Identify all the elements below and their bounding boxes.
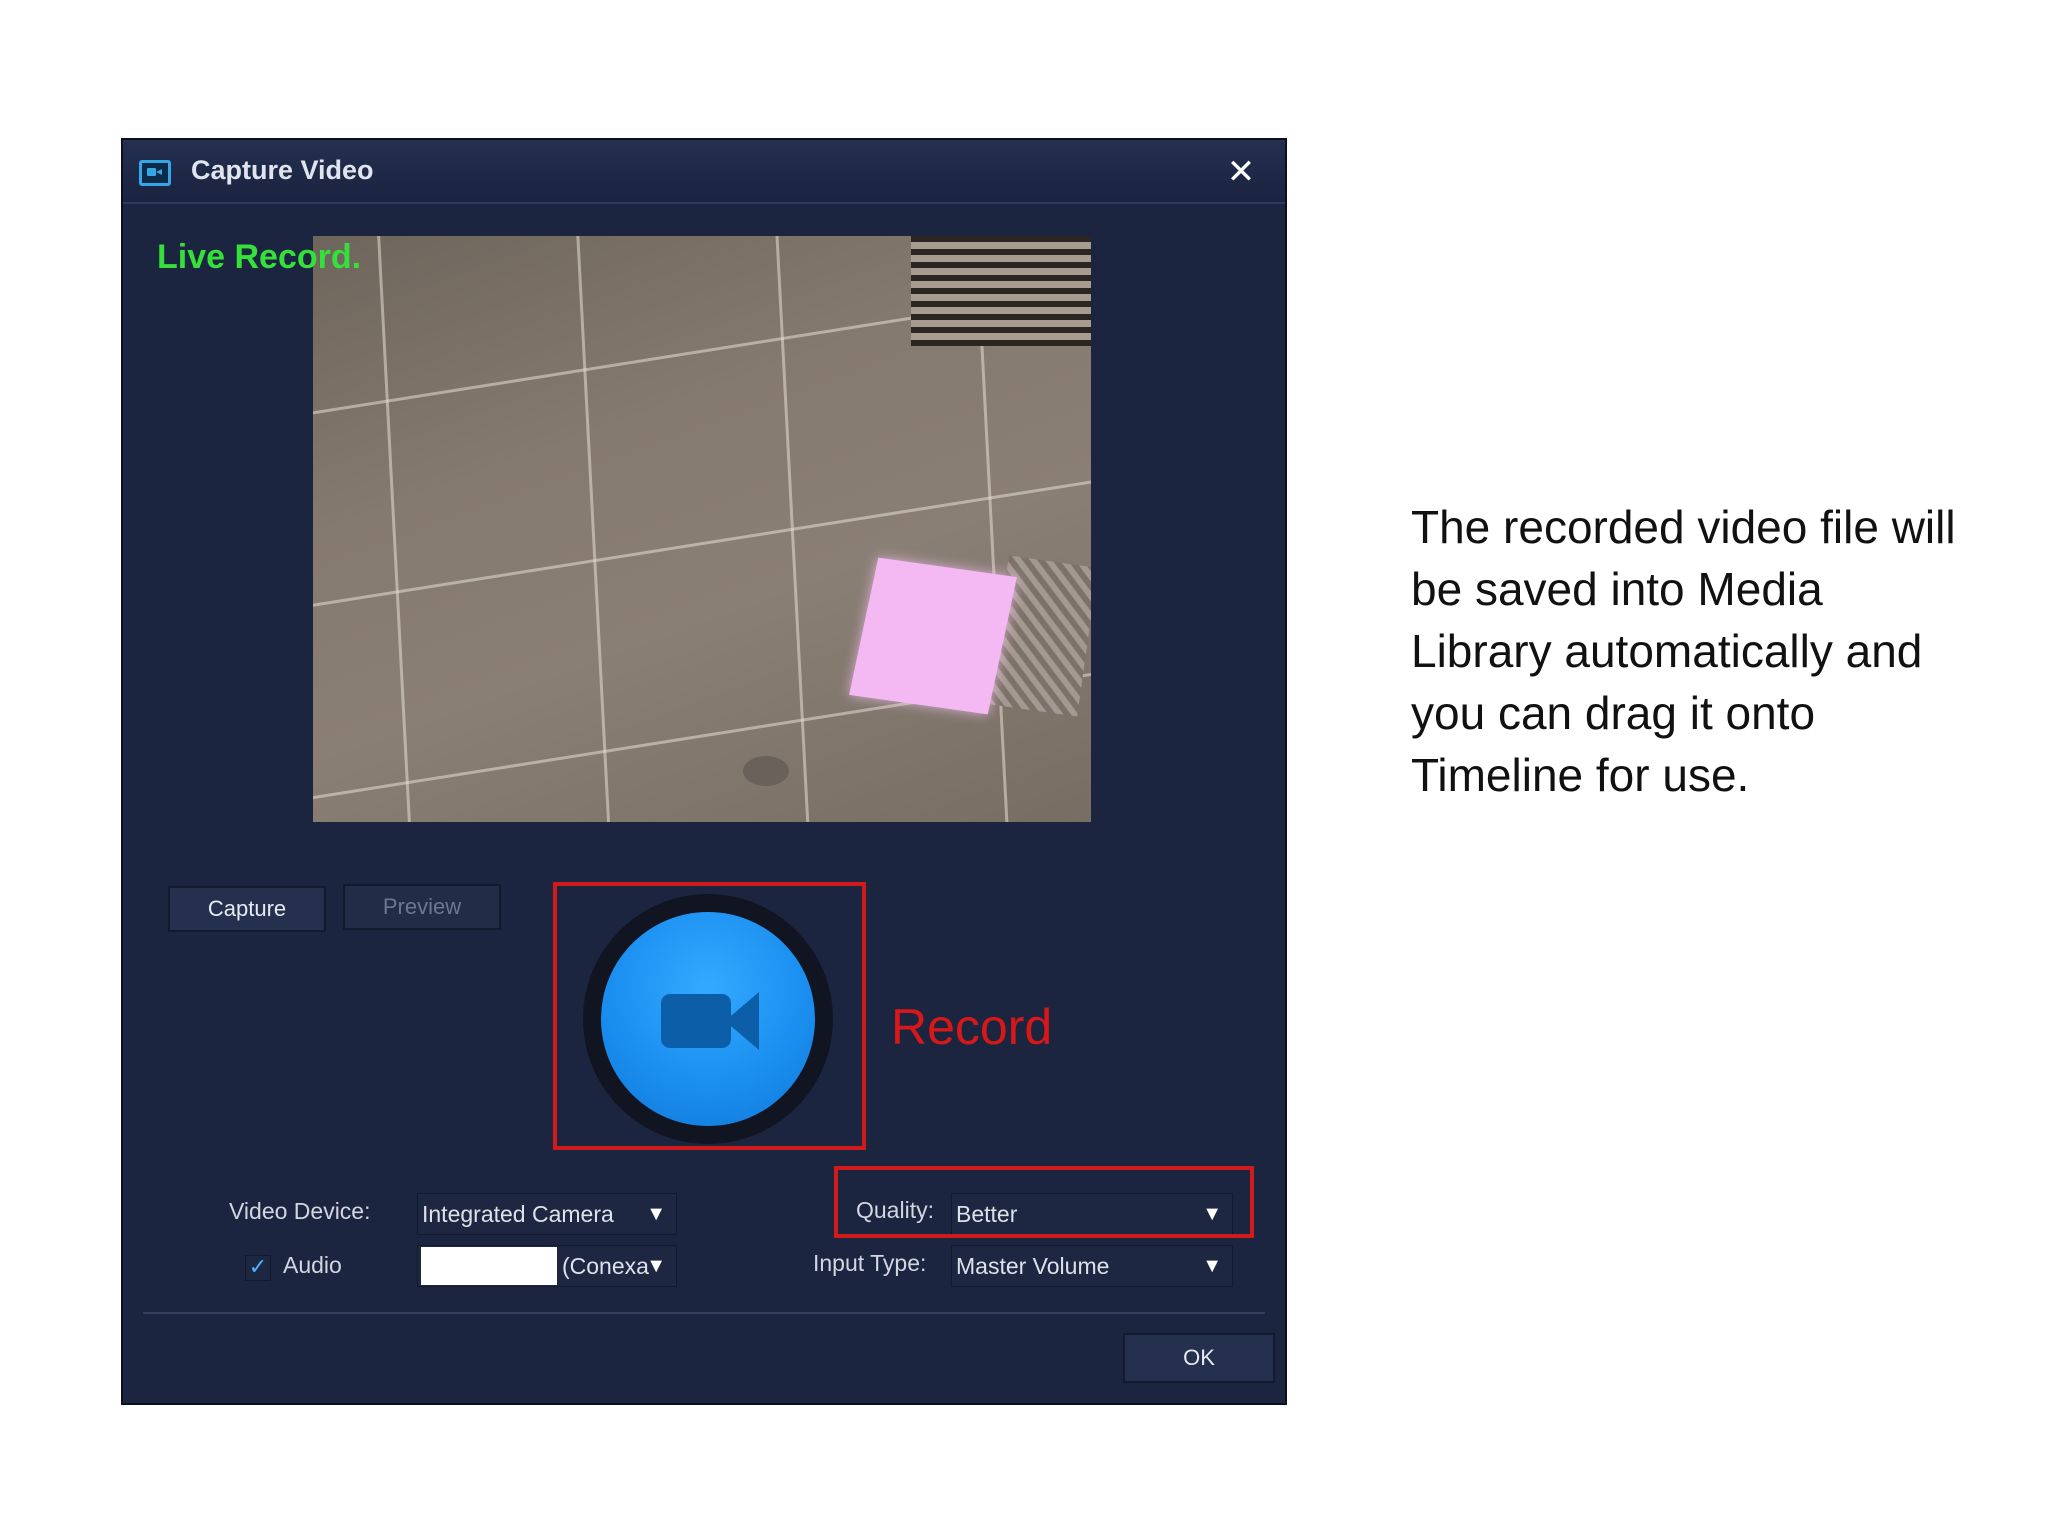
ok-button[interactable]: OK [1123,1333,1275,1383]
dropdown-arrow-icon: ▼ [646,1255,666,1277]
quality-highlight-box [834,1166,1254,1238]
record-button[interactable] [601,912,815,1126]
input-type-label: Input Type: [813,1250,927,1276]
checkmark-icon: ✓ [248,1255,268,1280]
video-camera-icon [139,160,171,186]
video-preview [313,236,1091,822]
caption-text: The recorded video file will be saved in… [1411,501,1956,801]
dropdown-arrow-icon: ▼ [1202,1255,1222,1277]
dialog-title: Capture Video [191,155,374,185]
video-device-value: Integrated Camera [422,1201,614,1227]
audio-label: Audio [283,1252,342,1278]
ceiling-vent [911,236,1091,346]
audio-checkbox[interactable]: ✓ [245,1255,271,1281]
close-icon[interactable]: ✕ [1221,152,1261,192]
capture-button[interactable]: Capture [168,886,326,932]
live-record-label: Live Record. [157,238,362,276]
record-camera-icon [661,994,731,1048]
ceiling-light [849,557,1017,715]
title-bar: Capture Video ✕ [123,140,1285,204]
record-camera-lens [725,992,759,1050]
record-callout-label: Record [891,999,1053,1055]
audio-device-name-field [421,1247,557,1285]
divider [143,1312,1265,1314]
video-device-select[interactable]: Integrated Camera ▼ [417,1193,677,1235]
preview-button[interactable]: Preview [343,884,501,930]
video-device-label: Video Device: [229,1198,371,1224]
dropdown-arrow-icon: ▼ [646,1203,666,1225]
input-type-select[interactable]: Master Volume ▼ [951,1245,1233,1287]
input-type-value: Master Volume [956,1253,1110,1279]
ceiling-sprinkler [743,756,789,786]
capture-video-dialog: Capture Video ✕ Live Record. Capture Pre… [121,138,1287,1405]
